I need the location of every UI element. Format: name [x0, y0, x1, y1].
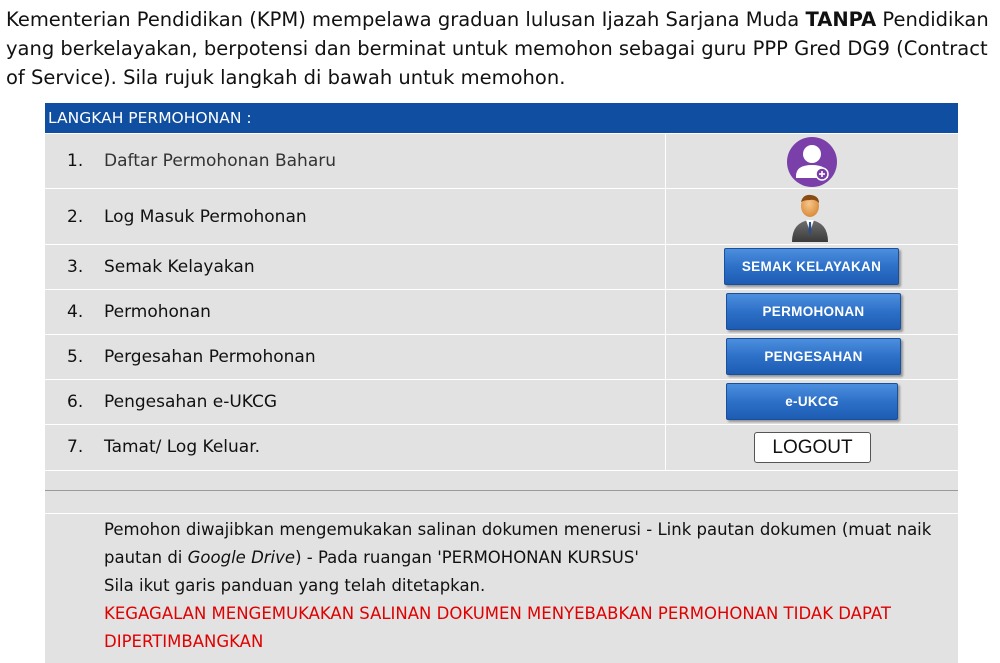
divider [45, 490, 958, 491]
intro-bold-text: TANPA [805, 8, 877, 31]
intro-text-1: Kementerian Pendidikan (KPM) mempelawa g… [6, 8, 806, 31]
column-divider [665, 290, 666, 334]
google-drive-text: Google Drive [187, 548, 296, 567]
step-number: 1. [67, 151, 84, 171]
column-divider [665, 380, 666, 424]
pengesahan-button[interactable]: PENGESAHAN [726, 338, 901, 375]
permohonan-button[interactable]: PERMOHONAN [726, 293, 901, 330]
step-number: 7. [67, 437, 84, 457]
step-row-3: 3. Semak Kelayakan SEMAK KELAYAKAN [45, 244, 958, 289]
step-number: 2. [67, 207, 84, 227]
e-ukcg-button[interactable]: e-UKCG [726, 383, 898, 420]
step-number: 6. [67, 392, 84, 412]
step-number: 3. [67, 257, 84, 277]
new-user-icon[interactable] [786, 136, 838, 188]
divider [45, 513, 958, 514]
notice-text: ) - Pada ruangan 'PERMOHONAN KURSUS' [295, 548, 639, 567]
step-label: Log Masuk Permohonan [104, 207, 307, 227]
step-row-2: 2. Log Masuk Permohonan [45, 188, 958, 244]
logout-button[interactable]: LOGOUT [754, 432, 871, 463]
step-row-7: 7. Tamat/ Log Keluar. LOGOUT [45, 424, 958, 470]
step-number: 5. [67, 347, 84, 367]
intro-paragraph: Kementerian Pendidikan (KPM) mempelawa g… [6, 5, 991, 92]
column-divider [665, 189, 666, 244]
guideline-text: Sila ikut garis panduan yang telah ditet… [104, 576, 486, 595]
semak-kelayakan-button[interactable]: SEMAK KELAYAKAN [724, 248, 899, 285]
document-notice: Pemohon diwajibkan mengemukakan salinan … [104, 516, 944, 656]
step-label: Permohonan [104, 302, 211, 322]
spacer-row [45, 470, 958, 490]
application-steps-panel: LANGKAH PERMOHONAN : 1. Daftar Permohona… [45, 103, 958, 663]
column-divider [665, 134, 666, 188]
step-row-4: 4. Permohonan PERMOHONAN [45, 289, 958, 334]
column-divider [665, 245, 666, 289]
step-label: Semak Kelayakan [104, 257, 255, 277]
step-row-5: 5. Pergesahan Permohonan PENGESAHAN [45, 334, 958, 379]
step-row-1: 1. Daftar Permohonan Baharu [45, 133, 958, 188]
step-row-6: 6. Pengesahan e-UKCG e-UKCG [45, 379, 958, 424]
step-number: 4. [67, 302, 84, 322]
warning-text: KEGAGALAN MENGEMUKAKAN SALINAN DOKUMEN M… [104, 604, 891, 651]
step-label: Pengesahan e-UKCG [104, 392, 278, 412]
panel-header: LANGKAH PERMOHONAN : [45, 103, 958, 133]
step-label: Tamat/ Log Keluar. [104, 437, 261, 457]
column-divider [665, 335, 666, 379]
step-label: Pergesahan Permohonan [104, 347, 316, 367]
step-label: Daftar Permohonan Baharu [104, 151, 337, 171]
user-login-icon[interactable] [790, 192, 830, 244]
column-divider [665, 425, 666, 470]
